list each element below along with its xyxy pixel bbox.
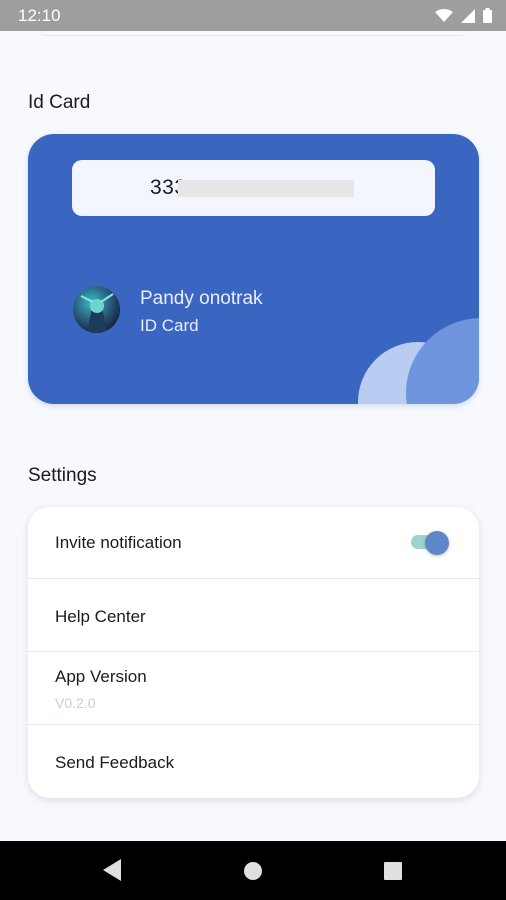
- id-card-section-title: Id Card: [28, 92, 91, 113]
- app-version-row[interactable]: App Version V0.2.0: [28, 651, 479, 725]
- settings-section-title: Settings: [28, 465, 97, 486]
- card-number-box: 333: [72, 160, 435, 216]
- card-number-redaction: [178, 180, 354, 197]
- navigation-bar: [0, 841, 506, 900]
- recents-icon[interactable]: [384, 862, 402, 880]
- battery-icon: [483, 8, 492, 23]
- send-feedback-row[interactable]: Send Feedback: [28, 724, 479, 798]
- app-version-label: App Version: [55, 667, 147, 686]
- card-holder-name: Pandy onotrak: [140, 288, 263, 309]
- app-version-value: V0.2.0: [55, 695, 96, 711]
- avatar-image: [80, 293, 114, 333]
- invite-notification-toggle[interactable]: [409, 531, 451, 555]
- help-center-row[interactable]: Help Center: [28, 578, 479, 652]
- status-icons: [435, 8, 492, 23]
- signal-icon: [461, 8, 475, 23]
- send-feedback-label: Send Feedback: [55, 753, 175, 772]
- decorative-circle-large: [406, 318, 479, 404]
- top-divider: [40, 31, 466, 36]
- back-icon[interactable]: [103, 859, 123, 881]
- invite-notification-row[interactable]: Invite notification: [28, 507, 479, 579]
- settings-card: Invite notification Help Center App Vers…: [28, 507, 479, 798]
- invite-notification-label: Invite notification: [55, 533, 182, 552]
- avatar: [73, 286, 120, 333]
- home-icon[interactable]: [243, 861, 263, 881]
- help-center-label: Help Center: [55, 607, 146, 626]
- status-time: 12:10: [18, 6, 61, 25]
- wifi-icon: [435, 8, 453, 22]
- id-card[interactable]: 333 Pandy onotrak ID Card: [28, 134, 479, 404]
- card-type-label: ID Card: [140, 316, 199, 335]
- status-bar: 12:10: [0, 0, 506, 31]
- toggle-thumb: [425, 531, 449, 555]
